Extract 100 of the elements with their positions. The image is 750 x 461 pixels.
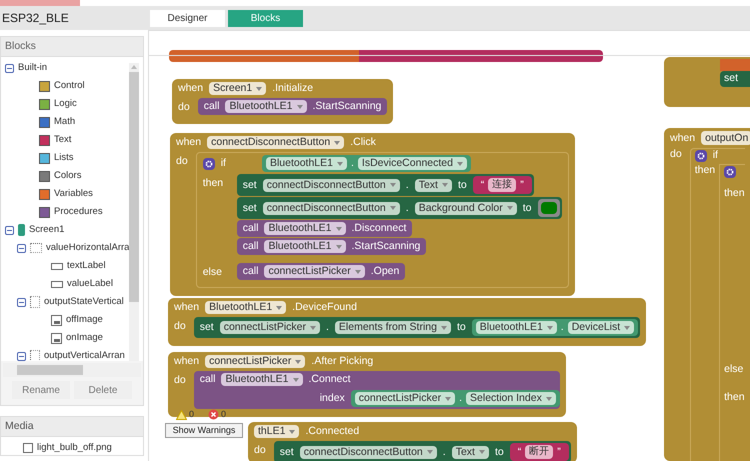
argument-label: index	[320, 392, 345, 405]
tree-action-button[interactable]: Rename	[12, 381, 70, 399]
block-keyword: .	[406, 178, 409, 192]
block-dropdown[interactable]: Selection Index	[466, 392, 556, 405]
tree-item[interactable]: Math	[54, 114, 76, 130]
block-keyword: do	[178, 101, 190, 113]
tree-item[interactable]: Lists	[54, 150, 74, 166]
text-value[interactable]: 连接	[488, 178, 516, 192]
dropdown-arrow-icon	[310, 326, 316, 330]
block-dropdown[interactable]: connectDisconnectButton	[262, 202, 400, 214]
block-dropdown[interactable]: BluetoothLE1	[476, 321, 557, 334]
block-dropdown[interactable]: connectDisconnectButton	[262, 178, 400, 192]
dropdown-arrow-icon	[546, 396, 552, 400]
quote-mark: “	[518, 446, 522, 458]
block-keyword: call	[200, 373, 216, 386]
block-dropdown[interactable]: BluetoothLE1	[266, 157, 347, 170]
block-keyword: if	[220, 157, 226, 170]
collapse-icon[interactable]	[5, 64, 14, 72]
collapse-icon[interactable]	[17, 298, 26, 306]
vertical-scrollbar[interactable]	[129, 63, 139, 361]
block-keyword: .Disconnect	[352, 222, 406, 235]
block-dropdown[interactable]: BluetoothLE1	[264, 240, 346, 253]
block-keyword: if	[712, 149, 718, 162]
dropdown-arrow-icon	[426, 450, 433, 454]
dropdown-arrow-icon	[336, 244, 342, 248]
block-dropdown[interactable]: BluetoothLE1	[225, 100, 307, 113]
dropdown-arrow-icon	[334, 140, 340, 144]
block-keyword: then	[724, 390, 745, 402]
block-dropdown[interactable]: Text	[414, 178, 452, 192]
tree-item[interactable]: Built-in	[18, 60, 48, 76]
dropdown-arrow-icon	[445, 396, 452, 400]
tree-item[interactable]: Screen1	[29, 222, 64, 238]
block-dropdown[interactable]: connectDisconnectButton	[300, 446, 437, 458]
gear-icon[interactable]	[694, 150, 707, 162]
warning-icon	[176, 410, 187, 420]
dropdown-arrow-icon	[256, 86, 262, 90]
block-dropdown[interactable]: DeviceList	[568, 321, 634, 334]
gear-icon[interactable]	[724, 166, 736, 178]
block-keyword: set	[200, 321, 214, 334]
block-keyword: set	[724, 72, 738, 84]
tree-item[interactable]: Variables	[54, 186, 93, 202]
block-keyword: call	[242, 222, 258, 235]
error-count: 0	[221, 408, 226, 421]
tree-item[interactable]: Colors	[54, 168, 82, 184]
block-dropdown[interactable]: BluetoothLE1	[264, 222, 346, 235]
dropdown-arrow-icon	[292, 378, 299, 382]
collapse-icon[interactable]	[5, 226, 14, 234]
show-warnings-button[interactable]: Show Warnings	[165, 423, 243, 438]
panel-title: Media	[1, 417, 143, 437]
block-dropdown[interactable]: connectListPicker	[264, 265, 365, 278]
quote-mark: ”	[520, 178, 524, 192]
block-keyword: .	[442, 446, 446, 458]
dropdown-arrow-icon	[337, 162, 343, 166]
tree-item[interactable]: outputStateVertical	[44, 294, 124, 310]
tree-item[interactable]: textLabel	[67, 258, 106, 274]
tree-item[interactable]: valueHorizontalArra	[46, 240, 130, 256]
text-value[interactable]: 断开	[525, 445, 554, 459]
tree-item[interactable]: offImage	[66, 312, 103, 328]
color-swatch[interactable]	[540, 202, 557, 214]
dropdown-arrow-icon	[336, 226, 342, 230]
tree-item[interactable]: Procedures	[54, 204, 103, 220]
vertical-arrangement-icon	[30, 350, 40, 361]
block-keyword: .Connected	[305, 425, 360, 438]
block-dropdown[interactable]: IsDeviceConnected	[358, 157, 467, 170]
block-dropdown[interactable]: Text	[452, 446, 489, 458]
collapse-icon[interactable]	[17, 352, 26, 360]
block-keyword: do	[176, 155, 188, 167]
gear-icon[interactable]	[202, 158, 215, 170]
block-keyword: when	[670, 132, 696, 144]
block-keyword: to	[522, 202, 532, 214]
block-dropdown[interactable]: BluetoothLE1	[221, 373, 303, 386]
tree-item[interactable]: Logic	[54, 96, 77, 112]
block-keyword: do	[254, 444, 266, 456]
tree-item[interactable]: Control	[54, 78, 85, 94]
horizontal-scrollbar[interactable]	[3, 363, 141, 377]
block-dropdown[interactable]: BluetoothLE1	[205, 301, 286, 314]
tree-action-button[interactable]: Delete	[74, 381, 132, 399]
tree-item[interactable]: valueLabel	[67, 276, 113, 292]
tree-item[interactable]: Text	[54, 132, 72, 148]
tree-item[interactable]: onImage	[66, 330, 103, 346]
block-dropdown[interactable]: Screen1	[209, 82, 266, 95]
collapse-icon[interactable]	[17, 244, 26, 252]
block-keyword: call	[242, 265, 258, 278]
block-dropdown[interactable]: thLE1	[254, 425, 300, 438]
image-icon	[51, 332, 62, 344]
media-file[interactable]: light_bulb_off.png	[37, 441, 112, 456]
block-keyword: to	[456, 321, 466, 334]
block-dropdown[interactable]: connectListPicker	[220, 321, 320, 334]
block-keyword: .	[560, 321, 564, 334]
dropdown-arrow-icon	[440, 326, 447, 330]
block-dropdown[interactable]: connectListPicker	[205, 355, 306, 368]
label-icon	[51, 262, 63, 270]
block-dropdown[interactable]: outputOn	[701, 131, 750, 145]
block-keyword: call	[242, 240, 258, 253]
tree-item[interactable]: outputVerticalArran	[44, 348, 125, 361]
block-dropdown[interactable]: connectListPicker	[354, 392, 456, 405]
view-tab[interactable]: Designer	[150, 10, 225, 26]
block-dropdown[interactable]: Background Color	[414, 202, 517, 214]
block-dropdown[interactable]: Elements from String	[334, 321, 451, 334]
block-dropdown[interactable]: connectDisconnectButton	[207, 136, 344, 149]
